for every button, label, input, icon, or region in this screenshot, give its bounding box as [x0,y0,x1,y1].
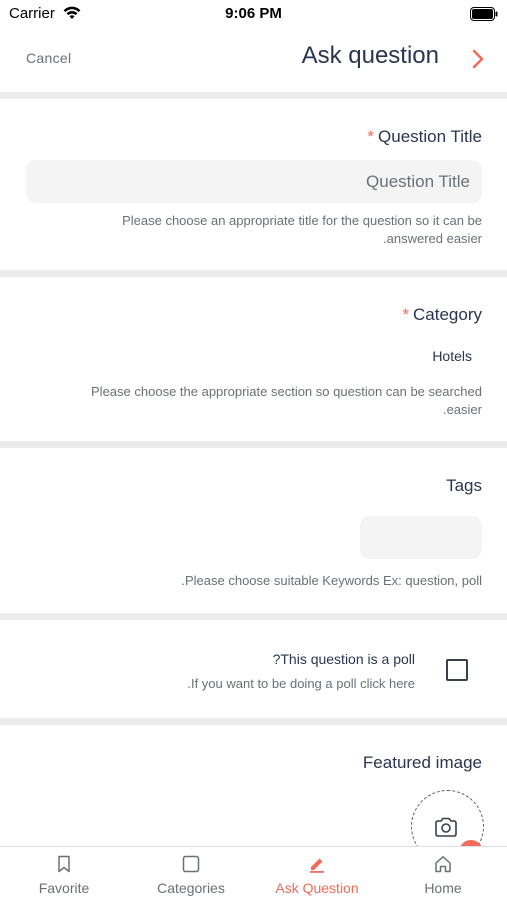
divider [0,92,507,99]
question-title-hint: Please choose an appropriate title for t… [122,213,482,246]
question-title-input[interactable] [26,160,482,203]
divider [0,613,507,620]
square-icon [182,855,200,873]
tab-bar: Favorite Categories Ask Question Home [0,846,507,900]
battery-icon [470,7,498,21]
chevron-right-icon[interactable] [471,48,485,70]
tags-hint: .Please choose suitable Keywords Ex: que… [181,573,482,588]
poll-checkbox[interactable] [446,659,468,681]
tab-favorite[interactable]: Favorite [14,847,114,900]
page-title: Ask question [301,42,439,69]
question-title-label: * Question Title [367,127,482,146]
tags-label: Tags [446,476,482,495]
featured-image-label: Featured image [362,753,482,772]
poll-hint: .If you want to be doing a poll click he… [187,676,415,691]
required-mark: * [402,305,410,324]
camera-icon[interactable] [434,816,458,838]
nav-bar: Cancel Ask question [0,30,507,92]
cancel-button[interactable]: Cancel [26,50,71,66]
tab-home[interactable]: Home [393,847,493,900]
tab-label: Ask Question [275,880,359,896]
category-hint: Please choose the appropriate section so… [91,384,482,417]
required-mark: * [367,127,375,146]
tab-label: Categories [157,880,225,896]
tab-ask-question[interactable]: Ask Question [262,847,372,900]
tab-label: Favorite [38,880,90,896]
pencil-icon [310,858,324,873]
divider [0,441,507,448]
tab-categories[interactable]: Categories [136,847,246,900]
status-bar: Carrier 9:06 PM [0,0,507,30]
home-icon [435,856,451,873]
divider [0,718,507,725]
tags-input[interactable] [360,516,482,559]
clock: 9:06 PM [225,5,282,22]
category-label: * Category [402,305,482,324]
tab-label: Home [424,880,462,896]
poll-label: ?This question is a poll [272,651,415,667]
category-select[interactable]: Hotels [432,348,472,364]
divider [0,270,507,277]
bookmark-icon [58,855,70,873]
